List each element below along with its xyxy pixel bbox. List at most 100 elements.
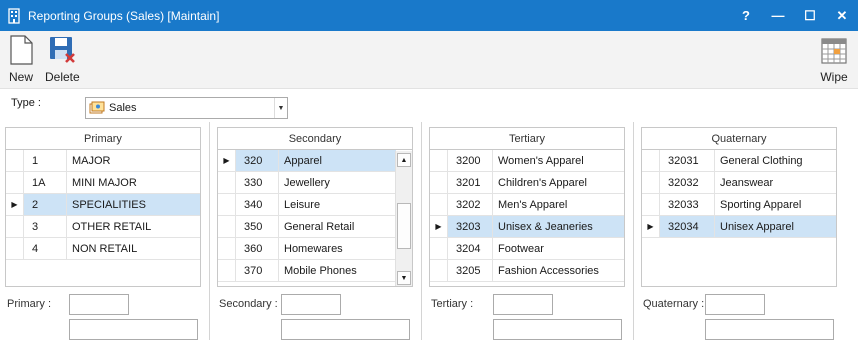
row-name: Sporting Apparel — [720, 199, 802, 211]
table-row[interactable]: 350 General Retail — [218, 216, 396, 238]
table-row[interactable]: 330 Jewellery — [218, 172, 396, 194]
row-indicator[interactable] — [218, 238, 236, 259]
minimize-button[interactable]: — — [762, 0, 794, 31]
table-row[interactable]: ▶ 3203 Unisex & Jeaneries — [430, 216, 624, 238]
row-indicator[interactable] — [430, 194, 448, 215]
row-indicator[interactable] — [642, 150, 660, 171]
row-indicator[interactable] — [6, 172, 24, 193]
primary-description-input[interactable] — [69, 319, 198, 340]
secondary-code-input[interactable] — [281, 294, 341, 315]
row-indicator[interactable] — [218, 172, 236, 193]
table-row[interactable]: 32033 Sporting Apparel — [642, 194, 836, 216]
table-row[interactable]: 3201 Children's Apparel — [430, 172, 624, 194]
divider — [209, 122, 210, 340]
tertiary-field-label: Tertiary : — [431, 298, 474, 310]
tertiary-rows: 3200 Women's Apparel 3201 Children's Appare… — [430, 150, 624, 282]
maximize-button[interactable]: ☐ — [794, 0, 826, 31]
row-code: 320 — [244, 155, 263, 167]
row-indicator[interactable] — [430, 260, 448, 281]
table-row[interactable]: 32032 Jeanswear — [642, 172, 836, 194]
delete-label: Delete — [45, 70, 80, 84]
row-code: 32031 — [668, 155, 699, 167]
row-indicator[interactable] — [430, 238, 448, 259]
row-indicator[interactable] — [6, 238, 24, 259]
row-code: 32032 — [668, 177, 699, 189]
new-button[interactable]: New — [8, 35, 34, 84]
row-pointer-icon[interactable]: ▶ — [642, 216, 660, 237]
row-indicator[interactable] — [642, 194, 660, 215]
primary-header: Primary — [6, 128, 200, 150]
table-row[interactable]: 370 Mobile Phones — [218, 260, 396, 282]
table-row[interactable]: 4 NON RETAIL — [6, 238, 200, 260]
window-title: Reporting Groups (Sales) [Maintain] — [28, 8, 220, 23]
divider — [633, 122, 634, 340]
row-name: Women's Apparel — [498, 155, 584, 167]
row-indicator[interactable] — [218, 194, 236, 215]
row-code: 3201 — [456, 177, 481, 189]
row-indicator[interactable] — [642, 172, 660, 193]
wipe-label: Wipe — [820, 70, 848, 84]
wipe-button[interactable]: Wipe — [820, 35, 848, 84]
row-name: Children's Apparel — [498, 177, 587, 189]
tertiary-code-input[interactable] — [493, 294, 553, 315]
row-indicator[interactable] — [430, 172, 448, 193]
table-row[interactable]: 340 Leisure — [218, 194, 396, 216]
row-code: 3204 — [456, 243, 481, 255]
column-separator — [492, 216, 493, 237]
help-button[interactable]: ? — [730, 0, 762, 31]
row-code: 32034 — [668, 221, 699, 233]
row-code: 2 — [32, 199, 39, 211]
table-row[interactable]: 3202 Men's Apparel — [430, 194, 624, 216]
column-separator — [66, 216, 67, 237]
column-separator — [714, 172, 715, 193]
table-row[interactable]: 32031 General Clothing — [642, 150, 836, 172]
table-row[interactable]: 3204 Footwear — [430, 238, 624, 260]
primary-code-input[interactable] — [69, 294, 129, 315]
table-row[interactable]: 3200 Women's Apparel — [430, 150, 624, 172]
column-separator — [66, 194, 67, 215]
calendar-grid-icon — [821, 38, 847, 64]
toolbar: New Delete Wipe — [0, 31, 858, 89]
title-bar: Reporting Groups (Sales) [Maintain] ? — … — [0, 0, 858, 31]
column-separator — [66, 150, 67, 171]
secondary-description-input[interactable] — [281, 319, 410, 340]
row-pointer-icon[interactable]: ▶ — [6, 194, 24, 215]
row-pointer-icon[interactable]: ▶ — [430, 216, 448, 237]
column-separator — [714, 150, 715, 171]
chevron-down-icon[interactable]: ▼ — [274, 98, 287, 118]
table-row[interactable]: ▶ 2 SPECIALITIES — [6, 194, 200, 216]
table-row[interactable]: 1A MINI MAJOR — [6, 172, 200, 194]
table-row[interactable]: 1 MAJOR — [6, 150, 200, 172]
row-indicator[interactable] — [218, 260, 236, 281]
row-indicator[interactable] — [6, 216, 24, 237]
row-indicator[interactable] — [218, 216, 236, 237]
scroll-down-arrow-icon[interactable]: ▼ — [397, 271, 411, 285]
type-value: Sales — [109, 102, 137, 114]
delete-button[interactable]: Delete — [45, 35, 80, 84]
row-code: 3205 — [456, 265, 481, 277]
row-code: 1A — [32, 177, 46, 189]
row-name: SPECIALITIES — [72, 199, 146, 211]
building-icon — [8, 7, 20, 24]
quaternary-code-input[interactable] — [705, 294, 765, 315]
table-row[interactable]: 360 Homewares — [218, 238, 396, 260]
column-separator — [66, 172, 67, 193]
scroll-up-arrow-icon[interactable]: ▲ — [397, 153, 411, 167]
column-separator — [492, 238, 493, 259]
scroll-thumb[interactable] — [397, 203, 411, 249]
secondary-scrollbar[interactable]: ▲ ▼ — [395, 151, 412, 286]
row-indicator[interactable] — [430, 150, 448, 171]
table-row[interactable]: ▶ 320 Apparel — [218, 150, 396, 172]
tertiary-description-input[interactable] — [493, 319, 622, 340]
quaternary-description-input[interactable] — [705, 319, 834, 340]
new-label: New — [8, 70, 33, 84]
row-name: Leisure — [284, 199, 321, 211]
table-row[interactable]: 3 OTHER RETAIL — [6, 216, 200, 238]
row-indicator[interactable] — [6, 150, 24, 171]
table-row[interactable]: ▶ 32034 Unisex Apparel — [642, 216, 836, 238]
table-row[interactable]: 3205 Fashion Accessories — [430, 260, 624, 282]
row-pointer-icon[interactable]: ▶ — [218, 150, 236, 171]
row-code: 350 — [244, 221, 263, 233]
close-button[interactable]: ✕ — [826, 0, 858, 31]
type-select[interactable]: Sales ▼ — [85, 97, 288, 119]
